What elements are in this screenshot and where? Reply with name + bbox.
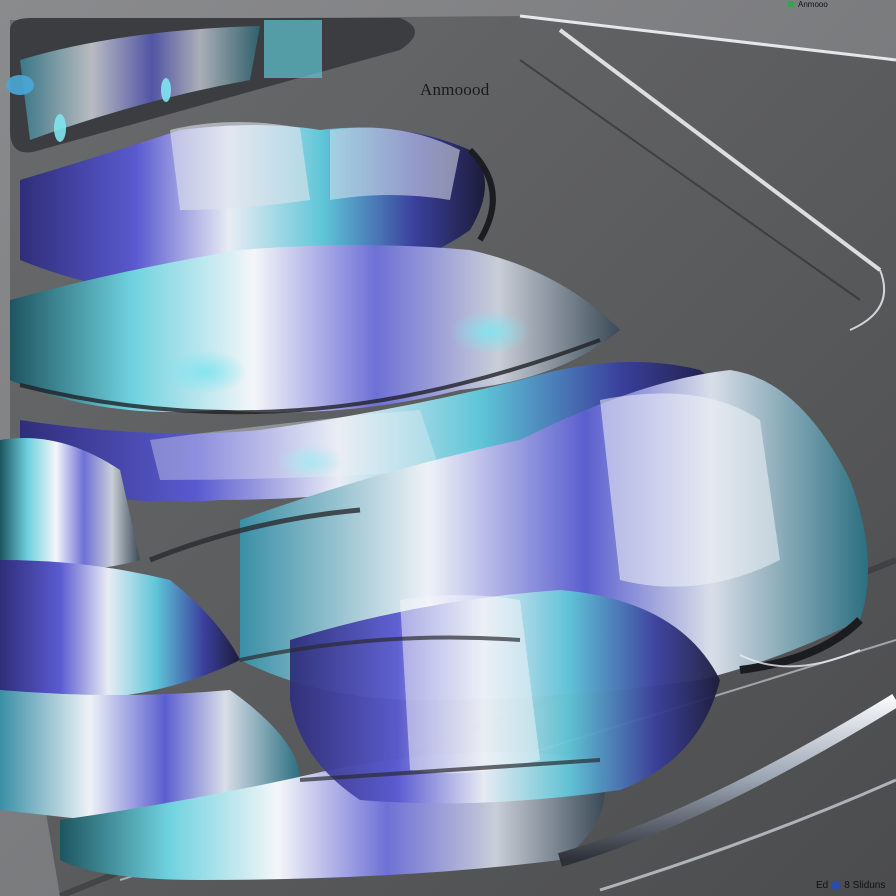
scene-label: Anmoood	[420, 80, 490, 99]
metallic-wave-render	[0, 0, 896, 896]
bottom-corner-right-text: 8 Sliduns	[844, 880, 886, 891]
top-corner-text: Anmooo	[798, 0, 828, 9]
bottom-corner-caption: Ed 8 Sliduns	[816, 880, 885, 891]
bottom-corner-left-text: Ed	[816, 880, 829, 891]
status-dot-icon	[788, 1, 794, 7]
badge-icon	[832, 881, 841, 890]
